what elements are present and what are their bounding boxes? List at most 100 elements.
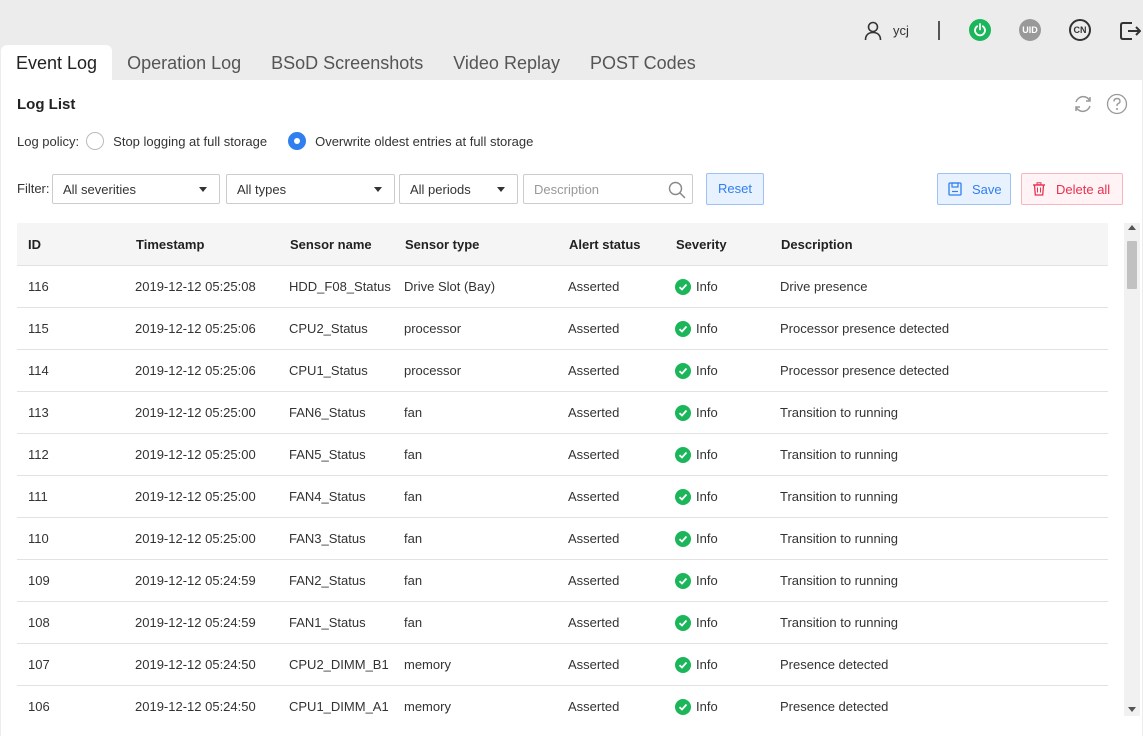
table-row[interactable]: 115 2019-12-12 05:25:06 CPU2_Status process… bbox=[17, 307, 1108, 349]
severity-select[interactable]: All severities bbox=[52, 174, 220, 204]
cell-timestamp: 2019-12-12 05:25:06 bbox=[135, 363, 256, 378]
cell-sensor-type: fan bbox=[404, 615, 423, 630]
severity-text: Info bbox=[696, 615, 718, 630]
cell-timestamp: 2019-12-12 05:24:59 bbox=[135, 615, 256, 630]
panel-title: Log List bbox=[17, 96, 76, 113]
table-row[interactable]: 111 2019-12-12 05:25:00 FAN4_Status fan Asse… bbox=[17, 475, 1108, 517]
table-row[interactable]: 109 2019-12-12 05:24:59 FAN2_Status fan Asse… bbox=[17, 559, 1108, 601]
uid-button[interactable]: UID bbox=[1019, 19, 1041, 41]
scroll-down-arrow[interactable] bbox=[1128, 707, 1136, 712]
col-sensor-type[interactable]: Sensor type bbox=[404, 237, 568, 252]
power-icon bbox=[974, 23, 986, 37]
policy-stop-label[interactable]: Stop logging at full storage bbox=[113, 134, 267, 149]
cell-sensor-name: CPU2_DIMM_B1 bbox=[289, 657, 389, 672]
tab-post-codes[interactable]: POST Codes bbox=[575, 45, 711, 80]
cell-sensor-name: FAN2_Status bbox=[289, 573, 366, 588]
help-icon[interactable] bbox=[1106, 93, 1128, 115]
check-circle-icon bbox=[675, 404, 691, 421]
cell-alert-status: Asserted bbox=[568, 699, 620, 714]
cell-timestamp: 2019-12-12 05:25:08 bbox=[135, 279, 256, 294]
tab-event-log[interactable]: Event Log bbox=[1, 45, 113, 80]
cell-description: Processor presence detected bbox=[780, 321, 950, 336]
period-select[interactable]: All periods bbox=[399, 174, 518, 204]
table-row[interactable]: 113 2019-12-12 05:25:00 FAN6_Status fan Asse… bbox=[17, 391, 1108, 433]
cell-description: Transition to running bbox=[780, 489, 899, 504]
cell-description: Transition to running bbox=[780, 405, 899, 420]
chevron-down-icon bbox=[497, 187, 505, 192]
cell-sensor-type: fan bbox=[404, 489, 423, 504]
scroll-up-arrow[interactable] bbox=[1128, 225, 1136, 230]
policy-overwrite-radio[interactable] bbox=[288, 132, 307, 150]
table-header: ID Timestamp Sensor name Sensor type Ale… bbox=[17, 223, 1108, 265]
cell-sensor-name: HDD_F08_Status bbox=[289, 279, 391, 294]
cell-alert-status: Asserted bbox=[568, 363, 620, 378]
cell-id: 107 bbox=[28, 657, 50, 672]
cell-description: Drive presence bbox=[780, 279, 868, 294]
policy-stop-radio[interactable] bbox=[86, 132, 105, 150]
logout-icon[interactable] bbox=[1117, 19, 1141, 43]
table-row[interactable]: 114 2019-12-12 05:25:06 CPU1_Status process… bbox=[17, 349, 1108, 391]
check-circle-icon bbox=[675, 698, 691, 715]
table-scrollbar[interactable] bbox=[1124, 223, 1140, 716]
table-row[interactable]: 116 2019-12-12 05:25:08 HDD_F08_Status Driv… bbox=[17, 265, 1108, 307]
col-sensor-name[interactable]: Sensor name bbox=[289, 237, 404, 252]
table-row[interactable]: 112 2019-12-12 05:25:00 FAN5_Status fan Asse… bbox=[17, 433, 1108, 475]
check-circle-icon bbox=[675, 572, 691, 589]
table-row[interactable]: 106 2019-12-12 05:24:50 CPU1_DIMM_A1 memory… bbox=[17, 685, 1108, 727]
user-icon[interactable] bbox=[864, 21, 882, 41]
cell-id: 114 bbox=[28, 363, 49, 378]
scroll-thumb[interactable] bbox=[1127, 241, 1137, 289]
col-alert-status[interactable]: Alert status bbox=[568, 237, 675, 252]
delete-all-label: Delete all bbox=[1056, 181, 1111, 197]
tab-bsod-screenshots[interactable]: BSoD Screenshots bbox=[256, 45, 438, 80]
cell-alert-status: Asserted bbox=[568, 615, 620, 630]
tab-video-replay[interactable]: Video Replay bbox=[438, 45, 575, 80]
type-select[interactable]: All types bbox=[226, 174, 395, 204]
save-label: Save bbox=[972, 181, 1002, 197]
tab-operation-log[interactable]: Operation Log bbox=[112, 45, 256, 80]
cell-timestamp: 2019-12-12 05:25:00 bbox=[135, 405, 256, 420]
table-row[interactable]: 110 2019-12-12 05:25:00 FAN3_Status fan Asse… bbox=[17, 517, 1108, 559]
col-severity[interactable]: Severity bbox=[675, 237, 780, 252]
description-search bbox=[523, 174, 693, 204]
col-description[interactable]: Description bbox=[780, 237, 1100, 252]
search-icon[interactable] bbox=[668, 181, 686, 199]
cell-severity: Info bbox=[675, 278, 780, 295]
table-row[interactable]: 107 2019-12-12 05:24:50 CPU2_DIMM_B1 memory… bbox=[17, 643, 1108, 685]
refresh-icon[interactable] bbox=[1072, 93, 1094, 115]
cell-alert-status: Asserted bbox=[568, 531, 620, 546]
col-id[interactable]: ID bbox=[17, 237, 135, 252]
log-list-panel: Log List Log policy: Stop logging at ful… bbox=[1, 80, 1142, 736]
cell-description: Presence detected bbox=[780, 699, 889, 714]
policy-overwrite-label[interactable]: Overwrite oldest entries at full storage bbox=[315, 134, 533, 149]
save-button[interactable]: Save bbox=[937, 173, 1011, 205]
cell-sensor-name: CPU1_Status bbox=[289, 363, 368, 378]
severity-text: Info bbox=[696, 405, 718, 420]
col-timestamp[interactable]: Timestamp bbox=[135, 237, 289, 252]
cell-id: 109 bbox=[28, 573, 50, 588]
check-circle-icon bbox=[675, 614, 691, 631]
period-select-value: All periods bbox=[410, 182, 471, 197]
delete-all-button[interactable]: Delete all bbox=[1021, 173, 1123, 205]
cell-description: Processor presence detected bbox=[780, 363, 950, 378]
cell-sensor-name: FAN4_Status bbox=[289, 489, 366, 504]
table-row[interactable]: 108 2019-12-12 05:24:59 FAN1_Status fan Asse… bbox=[17, 601, 1108, 643]
severity-text: Info bbox=[696, 657, 718, 672]
cell-alert-status: Asserted bbox=[568, 447, 620, 462]
severity-text: Info bbox=[696, 321, 718, 336]
cell-timestamp: 2019-12-12 05:24:59 bbox=[135, 573, 256, 588]
cell-timestamp: 2019-12-12 05:25:06 bbox=[135, 321, 256, 336]
reset-button[interactable]: Reset bbox=[706, 173, 764, 205]
check-circle-icon bbox=[675, 530, 691, 547]
cell-sensor-type: fan bbox=[404, 531, 423, 546]
cell-sensor-type: processor bbox=[404, 363, 462, 378]
power-button[interactable] bbox=[969, 19, 991, 41]
cell-sensor-name: CPU1_DIMM_A1 bbox=[289, 699, 389, 714]
severity-text: Info bbox=[696, 363, 718, 378]
language-button[interactable]: CN bbox=[1069, 19, 1091, 41]
description-search-input[interactable] bbox=[524, 175, 654, 203]
cell-description: Transition to running bbox=[780, 531, 899, 546]
cell-alert-status: Asserted bbox=[568, 279, 620, 294]
cell-id: 116 bbox=[28, 279, 49, 294]
user-name[interactable]: ycj bbox=[893, 23, 909, 38]
